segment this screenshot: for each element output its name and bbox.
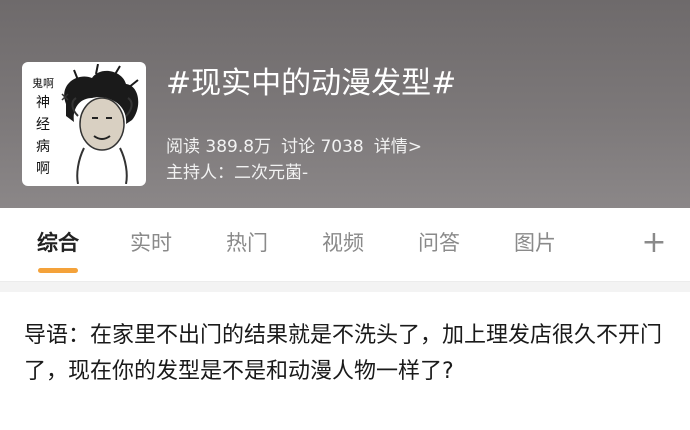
topic-avatar[interactable]: 鬼啊 神 经 病 啊 (22, 62, 146, 186)
topic-header: 鬼啊 神 经 病 啊 #现实中的动漫发型# 阅读 389.8万 讨论 7038 详情… (0, 0, 690, 208)
add-tab-icon[interactable]: + (640, 226, 668, 260)
topic-host[interactable]: 主持人：二次元菌- (166, 161, 308, 185)
topic-title: #现实中的动漫发型# (166, 66, 457, 101)
tab-qa[interactable]: 问答 (418, 228, 460, 258)
tab-realtime[interactable]: 实时 (130, 228, 172, 258)
active-tab-indicator (38, 268, 78, 273)
tab-video[interactable]: 视频 (322, 228, 364, 258)
discussion-count: 讨论 7038 (281, 137, 364, 157)
topic-tab-bar: 综合 实时 热门 视频 问答 图片 + (0, 208, 690, 282)
read-count: 阅读 389.8万 (166, 137, 272, 157)
section-divider (0, 282, 690, 292)
topic-stats: 阅读 389.8万 讨论 7038 详情> (166, 135, 432, 159)
tab-comprehensive[interactable]: 综合 (37, 228, 79, 258)
meme-face-icon (61, 64, 139, 184)
tab-hot[interactable]: 热门 (226, 228, 268, 258)
tab-images[interactable]: 图片 (514, 228, 556, 258)
topic-intro: 导语：在家里不出门的结果就是不洗头了，加上理发店很久不开门了，现在你的发型是不是… (24, 323, 663, 384)
details-link[interactable]: 详情> (374, 137, 422, 157)
